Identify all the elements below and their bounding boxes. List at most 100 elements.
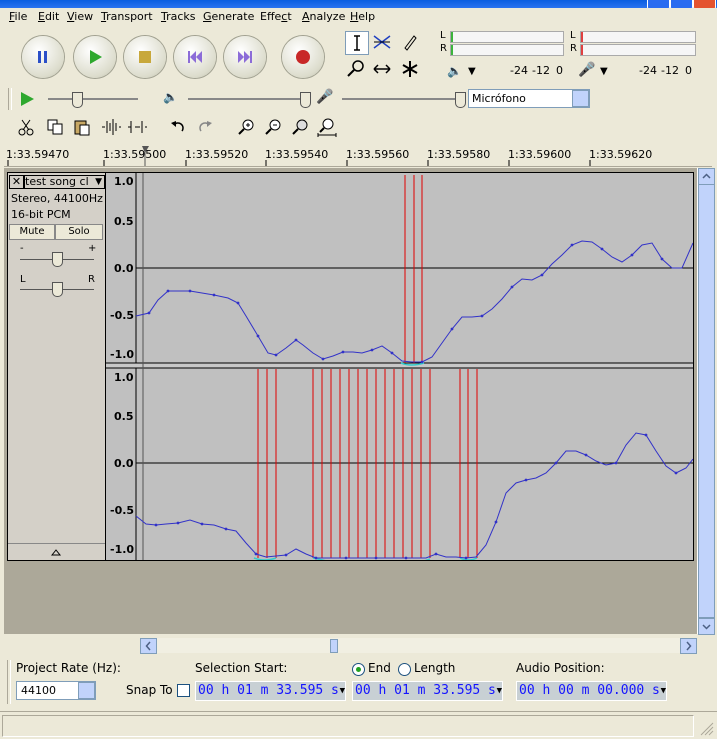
timeline-ruler[interactable]: 1:33.59470 1:33.59500 1:33.59520 1:33.59… [4,143,712,167]
silence-icon[interactable] [126,117,148,137]
snap-to-checkbox[interactable] [177,684,190,697]
skip-to-end-icon [238,51,252,63]
redo-icon[interactable] [195,117,215,137]
scroll-up-button[interactable] [698,168,715,185]
speed-slider-thumb[interactable] [72,92,83,108]
fit-selection-icon[interactable] [290,117,310,137]
track-collapse-button[interactable] [8,543,105,560]
scroll-left-button[interactable] [140,638,157,654]
zoom-out-icon[interactable] [263,117,283,137]
menu-view[interactable]: View [67,10,93,23]
play-meter-left [450,31,564,43]
solo-button[interactable]: Solo [55,224,103,240]
fit-project-icon[interactable] [316,117,338,137]
scroll-down-button[interactable] [698,618,715,635]
gain-minus-label: - [20,243,24,254]
chevron-down-icon[interactable]: ▼ [600,66,608,77]
triangle-down-icon[interactable]: ▼ [661,682,666,700]
selection-start-value: 00 h 01 m 33.595 s [198,683,339,698]
stop-icon [139,51,151,63]
selection-end-field[interactable]: 00 h 01 m 33.595 s ▼ [352,681,503,701]
vertical-scrollbar[interactable] [697,168,715,635]
skip-to-start-icon [188,51,202,63]
zoom-tool[interactable] [345,58,367,80]
audio-position-label: Audio Position: [516,661,605,675]
gain-plus-label: + [88,243,97,254]
ibeam-icon [354,35,360,51]
record-button[interactable] [282,36,324,78]
draw-tool[interactable] [399,31,421,53]
stop-button[interactable] [124,36,166,78]
triangle-down-icon: ▼ [95,177,102,187]
menu-tracks[interactable]: Tracks [161,10,196,23]
menu-effect[interactable]: Effect [260,10,292,23]
triangle-up-icon [50,549,62,556]
end-radio[interactable] [352,663,365,676]
speed-slider[interactable] [48,98,138,100]
chevron-down-icon[interactable] [572,90,589,107]
menu-transport[interactable]: Transport [101,10,153,23]
selection-start-field[interactable]: 00 h 01 m 33.595 s ▼ [195,681,346,701]
y-label: 1.0 [114,175,134,188]
playback-volume-slider[interactable] [188,98,310,100]
status-bar [0,711,717,739]
record-volume-thumb[interactable] [455,92,466,108]
play-scale-b: -12 [532,64,550,77]
gain-slider-thumb[interactable] [52,252,63,267]
multi-tool[interactable] [399,58,421,80]
pause-button[interactable] [22,36,64,78]
microphone-icon[interactable]: 🎤 [578,62,595,78]
rec-meter-left-label: L [570,30,576,41]
length-label: Length [414,661,456,675]
ruler-label: 1:33.59540 [265,148,329,161]
waveform-display[interactable]: 1.0 0.5 0.0 -0.5 -1.0 1.0 0.5 0.0 -0.5 -… [105,172,694,574]
paste-icon[interactable] [72,117,92,137]
pan-slider-thumb[interactable] [52,282,63,297]
selection-tool[interactable] [345,31,369,55]
pause-icon [38,51,47,63]
track-rate-info: Stereo, 44100Hz [11,192,103,205]
chevron-up-icon [702,173,711,179]
envelope-tool[interactable] [371,31,393,53]
skip-start-button[interactable] [174,36,216,78]
cut-icon[interactable] [16,117,36,137]
timeshift-tool[interactable] [371,58,393,80]
menu-generate[interactable]: Generate [203,10,254,23]
scroll-right-button[interactable] [680,638,697,654]
resize-grip-icon[interactable] [700,722,714,736]
play-scale-a: -24 [510,64,528,77]
playback-volume-thumb[interactable] [300,92,311,108]
menu-analyze[interactable]: Analyze [302,10,345,23]
chevron-down-icon[interactable]: ▼ [468,66,476,77]
horizontal-scroll-thumb[interactable] [330,639,338,653]
skip-end-button[interactable] [224,36,266,78]
rec-scale-c: 0 [685,64,692,77]
chevron-down-icon[interactable] [78,682,95,699]
pan-left-label: L [20,274,26,285]
undo-icon[interactable] [168,117,188,137]
copy-icon[interactable] [45,117,65,137]
menu-file[interactable]: File [9,10,27,23]
track-name-menu[interactable]: test song cl ▼ [24,175,105,189]
trim-icon[interactable] [100,117,122,137]
zoom-in-icon[interactable] [236,117,256,137]
speaker-icon[interactable]: 🔈 [447,64,462,78]
input-source-select[interactable]: Micrófono [468,89,590,108]
selection-bar: Project Rate (Hz): 44100 Snap To Selecti… [4,656,712,708]
horizontal-scrollbar[interactable] [140,638,697,654]
triangle-down-icon[interactable]: ▼ [340,682,345,700]
project-rate-select[interactable]: 44100 [16,681,96,700]
chevron-right-icon [686,641,692,651]
record-volume-slider[interactable] [342,98,462,100]
menu-edit[interactable]: Edit [38,10,59,23]
track-close-button[interactable]: ✕ [9,175,24,189]
length-radio[interactable] [398,663,411,676]
triangle-down-icon[interactable]: ▼ [497,682,502,700]
audio-position-field[interactable]: 00 h 00 m 00.000 s ▼ [516,681,667,701]
mute-button[interactable]: Mute [9,224,55,240]
play-at-speed-icon[interactable] [18,90,36,108]
menu-help[interactable]: Help [350,10,375,23]
play-button[interactable] [74,36,116,78]
play-meter-right [450,44,564,56]
vertical-scroll-thumb[interactable] [698,184,715,618]
